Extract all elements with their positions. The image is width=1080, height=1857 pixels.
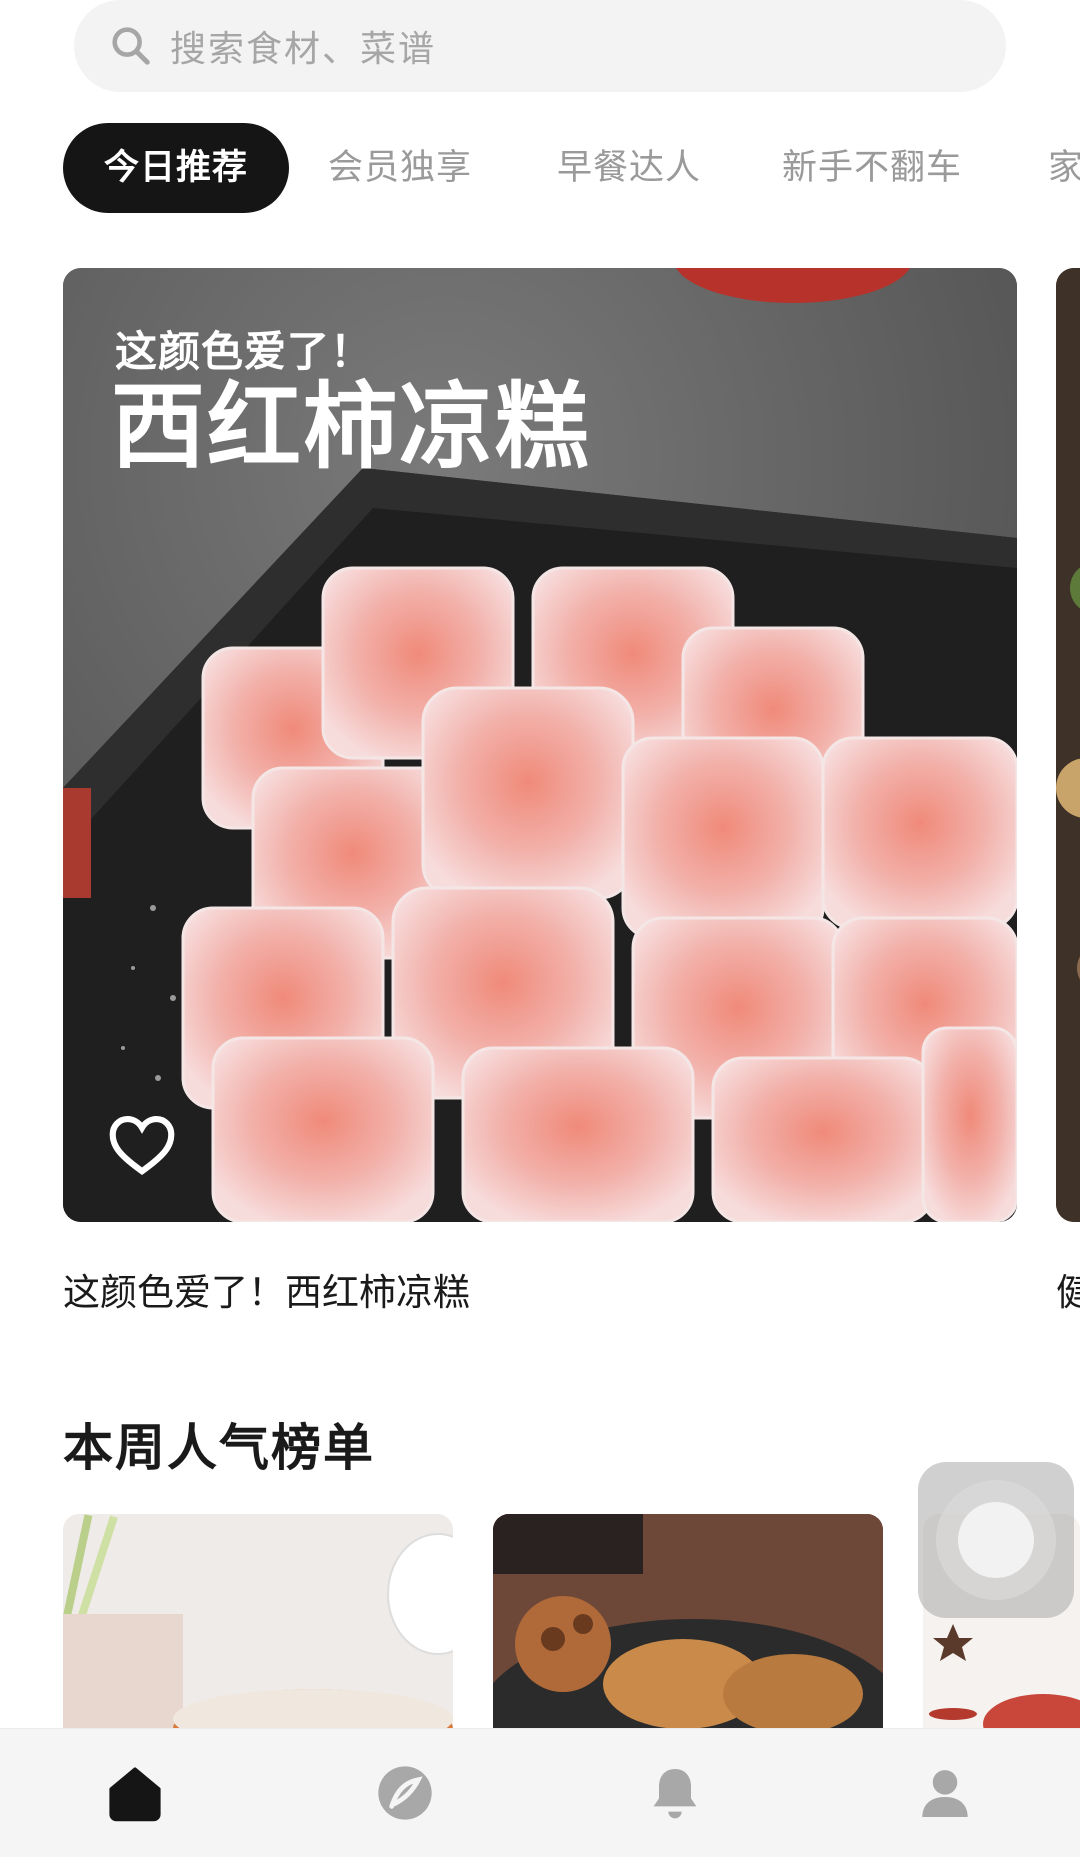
category-tabs: 今日推荐 会员独享 早餐达人 新手不翻车 家: [0, 123, 1080, 213]
next-recipe-card[interactable]: [1056, 268, 1080, 1222]
nav-profile[interactable]: [885, 1729, 1005, 1857]
nav-home[interactable]: [75, 1729, 195, 1857]
tab-home-cooking[interactable]: 家: [1048, 123, 1080, 213]
next-recipe-caption[interactable]: 健: [1056, 1262, 1080, 1316]
ranking-recipe-photo: [493, 1514, 883, 1729]
ranking-recipe-photo: [63, 1514, 453, 1729]
ranking-card[interactable]: [63, 1514, 453, 1729]
featured-recipe-title: 西红柿凉糕: [111, 373, 592, 482]
featured-recipe-card[interactable]: 这颜色爱了！ 西红柿凉糕: [63, 268, 1017, 1222]
tab-beginner[interactable]: 新手不翻车: [782, 123, 962, 213]
profile-icon: [922, 1770, 968, 1817]
next-recipe-photo: [1056, 268, 1080, 1222]
tab-breakfast[interactable]: 早餐达人: [557, 123, 701, 213]
bottom-navigation: [0, 1728, 1080, 1857]
featured-recipe-overline: 这颜色爱了！: [115, 327, 374, 376]
discover-icon: [378, 1766, 432, 1820]
assistive-ring-inner: [958, 1502, 1034, 1578]
tab-member-exclusive[interactable]: 会员独享: [328, 123, 472, 213]
nav-notifications[interactable]: [615, 1729, 735, 1857]
ranking-card[interactable]: [493, 1514, 883, 1729]
bell-icon: [653, 1769, 697, 1819]
section-title-weekly-ranking: 本周人气榜单: [63, 1419, 375, 1477]
featured-recipe-caption[interactable]: 这颜色爱了！西红柿凉糕: [63, 1262, 470, 1316]
search-icon: [112, 27, 150, 65]
search-input[interactable]: 搜索食材、菜谱: [170, 20, 436, 72]
search-bar[interactable]: 搜索食材、菜谱: [74, 0, 1006, 92]
floating-assistive-button[interactable]: [918, 1462, 1074, 1618]
home-icon: [109, 1767, 161, 1822]
tab-today-recommend[interactable]: 今日推荐: [63, 123, 289, 213]
nav-discover[interactable]: [345, 1729, 465, 1857]
heart-icon[interactable]: [105, 1108, 179, 1182]
